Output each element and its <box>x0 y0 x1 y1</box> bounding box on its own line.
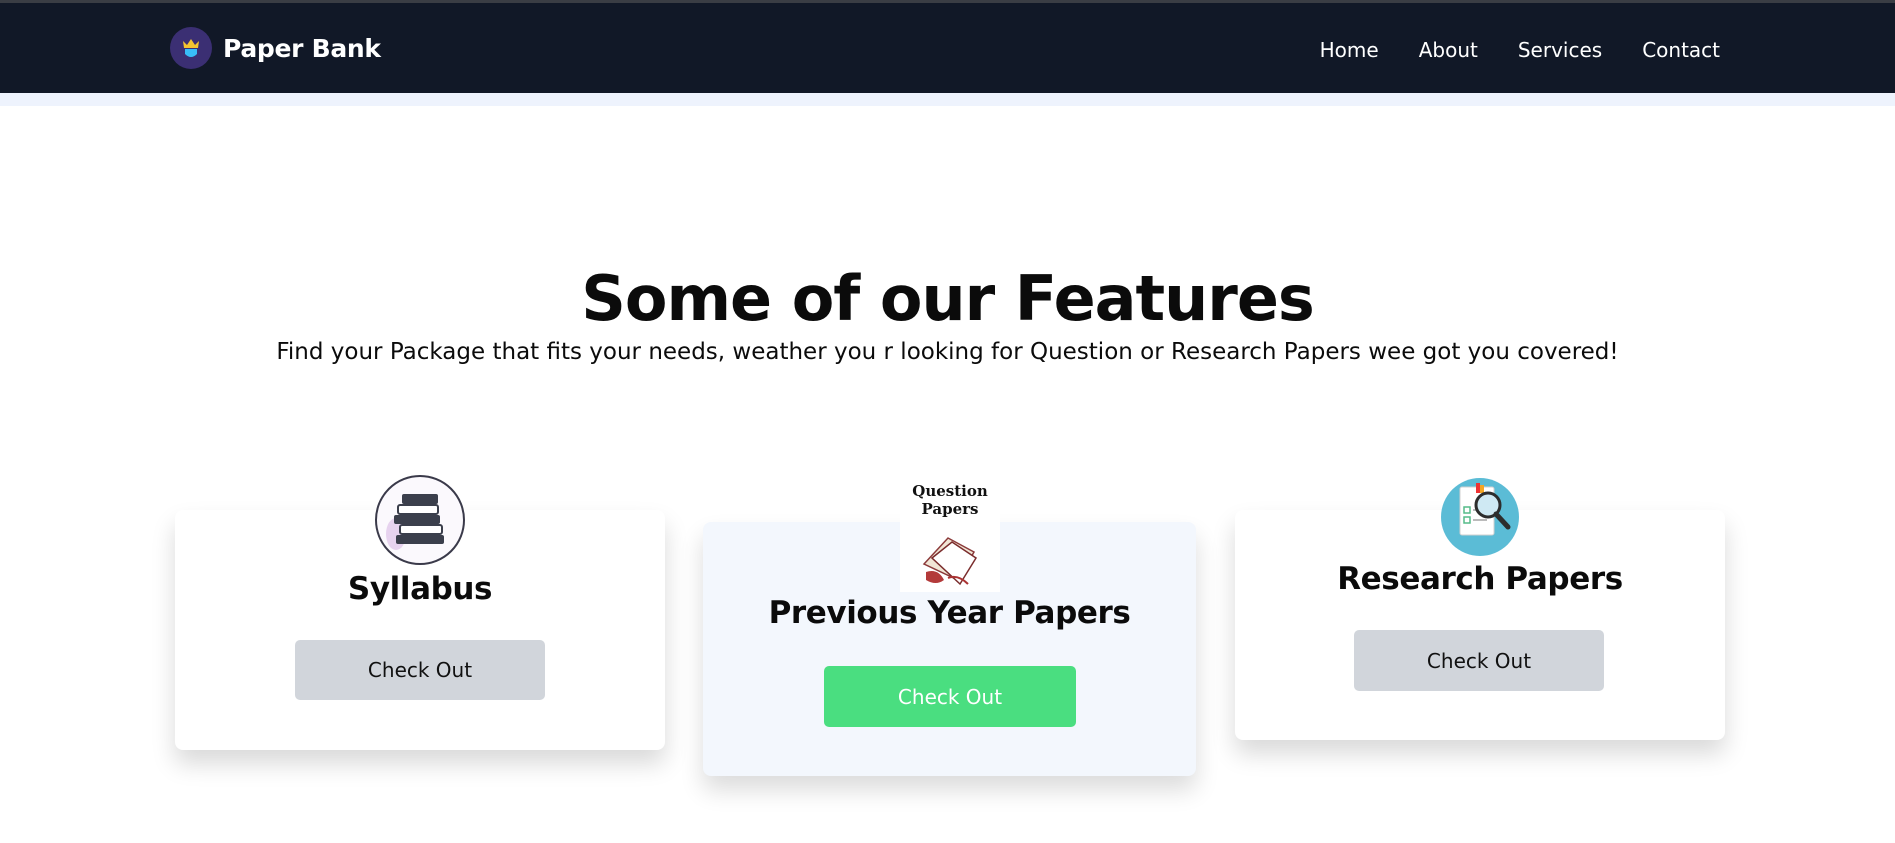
research-papers-check-out-button[interactable]: Check Out <box>1354 630 1604 691</box>
syllabus-check-out-button[interactable]: Check Out <box>295 640 545 700</box>
nav-home-link[interactable]: Home <box>1320 38 1379 62</box>
features-heading: Some of our Features <box>581 262 1315 335</box>
card-title-syllabus: Syllabus <box>347 571 493 607</box>
features-subheading: Find your Package that fits your needs, … <box>276 339 1619 365</box>
nav-about-link[interactable]: About <box>1419 38 1478 62</box>
nav-contact-link[interactable]: Contact <box>1642 38 1720 62</box>
card-title-previous-year-papers: Previous Year Papers <box>768 595 1131 631</box>
magnifier-document-icon <box>1440 477 1520 561</box>
header-divider-stripe <box>0 93 1895 106</box>
question-papers-icon-label: Question Papers <box>912 482 988 518</box>
brand-name: Paper Bank <box>223 33 381 63</box>
books-stack-icon <box>374 474 466 570</box>
navbar: Paper Bank Home About Services Contact <box>0 3 1895 93</box>
previous-year-papers-check-out-button[interactable]: Check Out <box>824 666 1076 727</box>
question-papers-icon: Question Papers <box>900 480 1000 592</box>
main-nav: Home About Services Contact <box>1280 38 1720 62</box>
nav-services-link[interactable]: Services <box>1518 38 1602 62</box>
brand[interactable]: Paper Bank <box>170 27 381 69</box>
crown-shield-icon <box>170 27 212 69</box>
card-title-research-papers: Research Papers <box>1337 561 1623 597</box>
